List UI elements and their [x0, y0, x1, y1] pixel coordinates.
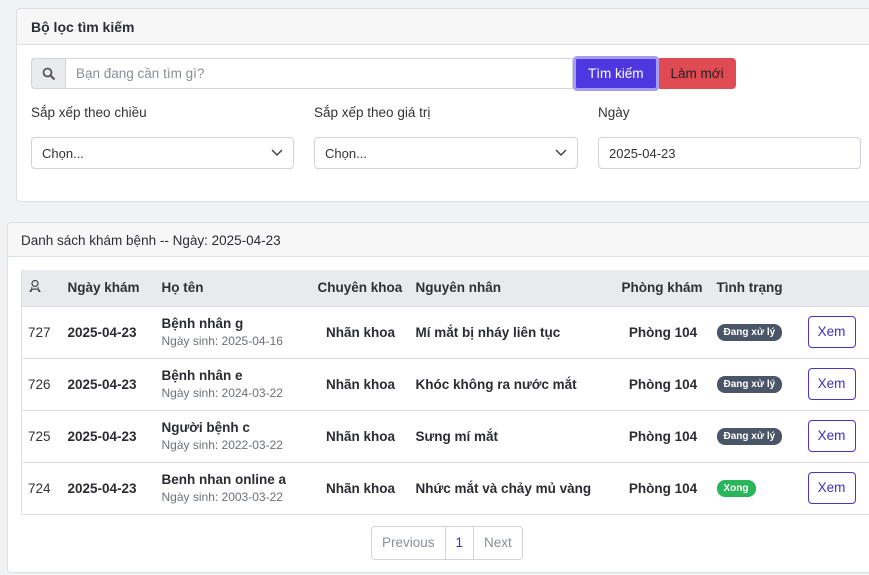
view-button[interactable]: Xem: [807, 472, 856, 504]
exam-list-card: Danh sách khám bệnh -- Ngày: 2025-04-23 …: [7, 222, 869, 573]
sort-direction-label: Sắp xếp theo chiều: [31, 105, 147, 120]
patient-dob: Ngày sinh: 2025-04-16: [161, 334, 283, 348]
reset-button[interactable]: Làm mới: [658, 58, 736, 89]
status-badge: Đang xử lý: [716, 376, 783, 393]
exam-list-title: Danh sách khám bệnh -- Ngày: 2025-04-23: [8, 223, 869, 257]
pagination: Previous 1 Next: [371, 526, 523, 560]
search-button[interactable]: Tìm kiếm: [573, 56, 659, 91]
row-status: Đang xử lý: [710, 409, 802, 462]
row-action: Xem: [801, 409, 869, 462]
row-patient: Benh nhan online a Ngày sinh: 2003-03-22: [155, 461, 312, 515]
row-reason: Nhức mắt và chảy mủ vàng: [409, 461, 616, 515]
row-specialty: Nhãn khoa: [311, 357, 410, 410]
sort-value-value: Chọn...: [325, 145, 367, 161]
previous-page-button[interactable]: Previous: [372, 527, 446, 559]
date-field: Ngày 2025-04-23: [598, 105, 861, 169]
patient-name: Bệnh nhân g: [161, 316, 244, 331]
row-date: 2025-04-23: [61, 409, 156, 462]
row-date: 2025-04-23: [61, 305, 156, 358]
row-patient: Bệnh nhân e Ngày sinh: 2024-03-22: [155, 357, 312, 410]
row-status: Đang xử lý: [710, 305, 802, 358]
view-button[interactable]: Xem: [807, 368, 856, 400]
chevron-down-icon: [555, 149, 567, 157]
row-room: Phòng 104: [615, 305, 711, 358]
row-specialty: Nhãn khoa: [311, 461, 410, 515]
patient-name: Bệnh nhân e: [161, 368, 243, 383]
column-header: Nguyên nhân: [415, 280, 502, 296]
column-header: Họ tên: [161, 280, 204, 296]
patient-dob: Ngày sinh: 2022-03-22: [161, 438, 283, 452]
filter-card-title: Bộ lọc tìm kiếm: [17, 9, 869, 45]
column-header: Ngày khám: [67, 280, 140, 296]
view-button[interactable]: Xem: [807, 316, 856, 348]
row-reason: Khóc không ra nước mắt: [409, 357, 616, 410]
view-button[interactable]: Xem: [807, 420, 856, 452]
row-id: 724: [21, 461, 62, 515]
search-group: Tìm kiếm Làm mới: [31, 56, 736, 91]
sort-value-field: Sắp xếp theo giá trị Chọn...: [314, 105, 578, 169]
patient-dob: Ngày sinh: 2003-03-22: [161, 490, 283, 504]
search-input[interactable]: [65, 58, 573, 89]
column-header: Chuyên khoa: [317, 280, 403, 296]
row-date: 2025-04-23: [61, 357, 156, 410]
table-row: 727 2025-04-23 Bệnh nhân g Ngày sinh: 20…: [21, 305, 869, 358]
sort-value-select[interactable]: Chọn...: [314, 137, 578, 169]
row-id: 727: [21, 305, 62, 358]
id-column-header: [22, 270, 62, 306]
row-specialty: Nhãn khoa: [311, 409, 410, 462]
sort-direction-field: Sắp xếp theo chiều Chọn...: [31, 105, 294, 169]
patient-name: Người bệnh c: [161, 420, 250, 435]
table-row: 724 2025-04-23 Benh nhan online a Ngày s…: [21, 461, 869, 515]
sort-direction-value: Chọn...: [42, 145, 84, 161]
row-room: Phòng 104: [615, 461, 711, 515]
row-action: Xem: [801, 357, 869, 410]
users-icon: [29, 280, 41, 293]
row-action: Xem: [801, 305, 869, 358]
row-patient: Người bệnh c Ngày sinh: 2022-03-22: [155, 409, 312, 462]
row-reason: Mí mắt bị nháy liên tục: [409, 305, 616, 358]
sort-value-label: Sắp xếp theo giá trị: [314, 105, 431, 120]
patient-name: Benh nhan online a: [161, 472, 287, 487]
chevron-down-icon: [271, 149, 283, 157]
row-id: 726: [21, 357, 62, 410]
patient-dob: Ngày sinh: 2024-03-22: [161, 386, 283, 400]
page-1-button[interactable]: 1: [445, 527, 475, 559]
filter-card: Bộ lọc tìm kiếm Tìm kiếm Làm mới Sắp xếp…: [16, 8, 869, 202]
next-page-button[interactable]: Next: [474, 527, 522, 559]
row-status: Xong: [710, 461, 802, 515]
row-specialty: Nhãn khoa: [311, 305, 410, 358]
sort-direction-select[interactable]: Chọn...: [31, 137, 294, 169]
table-row: 726 2025-04-23 Bệnh nhân e Ngày sinh: 20…: [21, 357, 869, 410]
row-date: 2025-04-23: [61, 461, 156, 515]
row-room: Phòng 104: [615, 409, 711, 462]
row-action: Xem: [801, 461, 869, 515]
row-room: Phòng 104: [615, 357, 711, 410]
column-header: Phòng khám: [621, 280, 703, 296]
table-row: 725 2025-04-23 Người bệnh c Ngày sinh: 2…: [21, 409, 869, 462]
status-badge: Xong: [716, 480, 756, 497]
status-badge: Đang xử lý: [716, 324, 783, 341]
row-status: Đang xử lý: [710, 357, 802, 410]
date-label: Ngày: [598, 105, 630, 120]
row-patient: Bệnh nhân g Ngày sinh: 2025-04-16: [155, 305, 312, 358]
date-value: 2025-04-23: [609, 145, 676, 161]
row-id: 725: [21, 409, 62, 462]
exam-table: Ngày khám Họ tên Chuyên khoa Nguyên nhân…: [21, 270, 869, 515]
status-badge: Đang xử lý: [716, 428, 783, 445]
column-header: Tình trạng: [716, 280, 783, 296]
action-column-header: [802, 270, 869, 306]
table-header-row: Ngày khám Họ tên Chuyên khoa Nguyên nhân…: [21, 270, 869, 306]
search-icon: [31, 58, 65, 89]
row-reason: Sưng mí mắt: [409, 409, 616, 462]
date-input[interactable]: 2025-04-23: [598, 137, 861, 169]
